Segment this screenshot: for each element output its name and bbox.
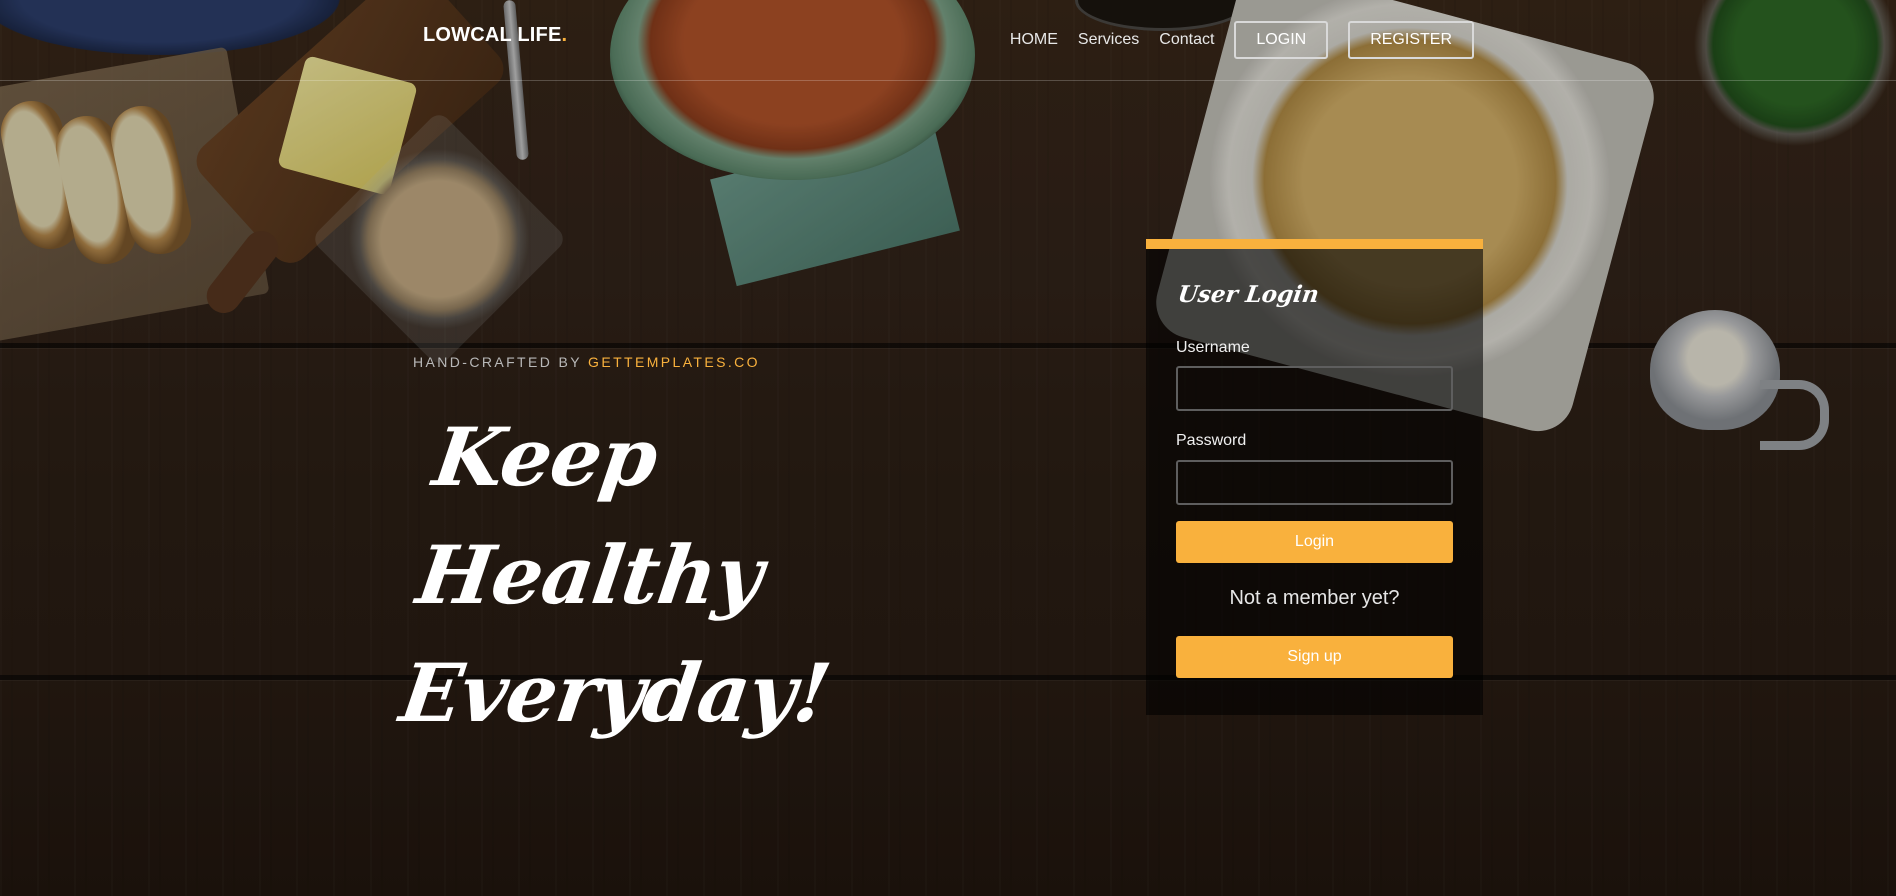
headline-line-1: Keep Healthy <box>411 410 768 622</box>
tagline-prefix: HAND-CRAFTED BY <box>413 354 589 370</box>
username-label: Username <box>1176 339 1250 356</box>
signup-button[interactable]: Sign up <box>1176 636 1453 678</box>
nav-services-link[interactable]: Services <box>1078 21 1139 59</box>
logo-text: LOWCAL LIFE <box>423 24 562 46</box>
not-member-text: Not a member yet? <box>1229 587 1400 609</box>
nav-contact-link[interactable]: Contact <box>1159 21 1214 59</box>
nav-home-link[interactable]: HOME <box>1010 21 1058 59</box>
logo-dot: . <box>561 24 568 46</box>
site-logo[interactable]: LOWCAL LIFE. <box>423 24 567 47</box>
login-card: User Login Username Password Login Not a… <box>1146 239 1483 715</box>
password-label: Password <box>1176 432 1247 449</box>
password-input[interactable] <box>1176 460 1453 505</box>
nav-register-button[interactable]: REGISTER <box>1348 21 1474 59</box>
site-header: LOWCAL LIFE. HOME Services Contact LOGIN… <box>0 0 1896 81</box>
headline-line-2: Everyday! <box>394 646 836 740</box>
username-input[interactable] <box>1176 366 1453 411</box>
hero-headline: Keep Healthy Everyday! <box>393 398 963 752</box>
nav-login-button[interactable]: LOGIN <box>1234 21 1329 59</box>
login-button[interactable]: Login <box>1176 521 1453 563</box>
tagline-author-link[interactable]: GETTEMPLATES.CO <box>588 354 760 370</box>
main-nav: HOME Services Contact LOGIN REGISTER <box>1010 21 1474 59</box>
hero-tagline: HAND-CRAFTED BY GETTEMPLATES.CO <box>413 354 760 370</box>
login-card-title: User Login <box>1176 281 1321 308</box>
